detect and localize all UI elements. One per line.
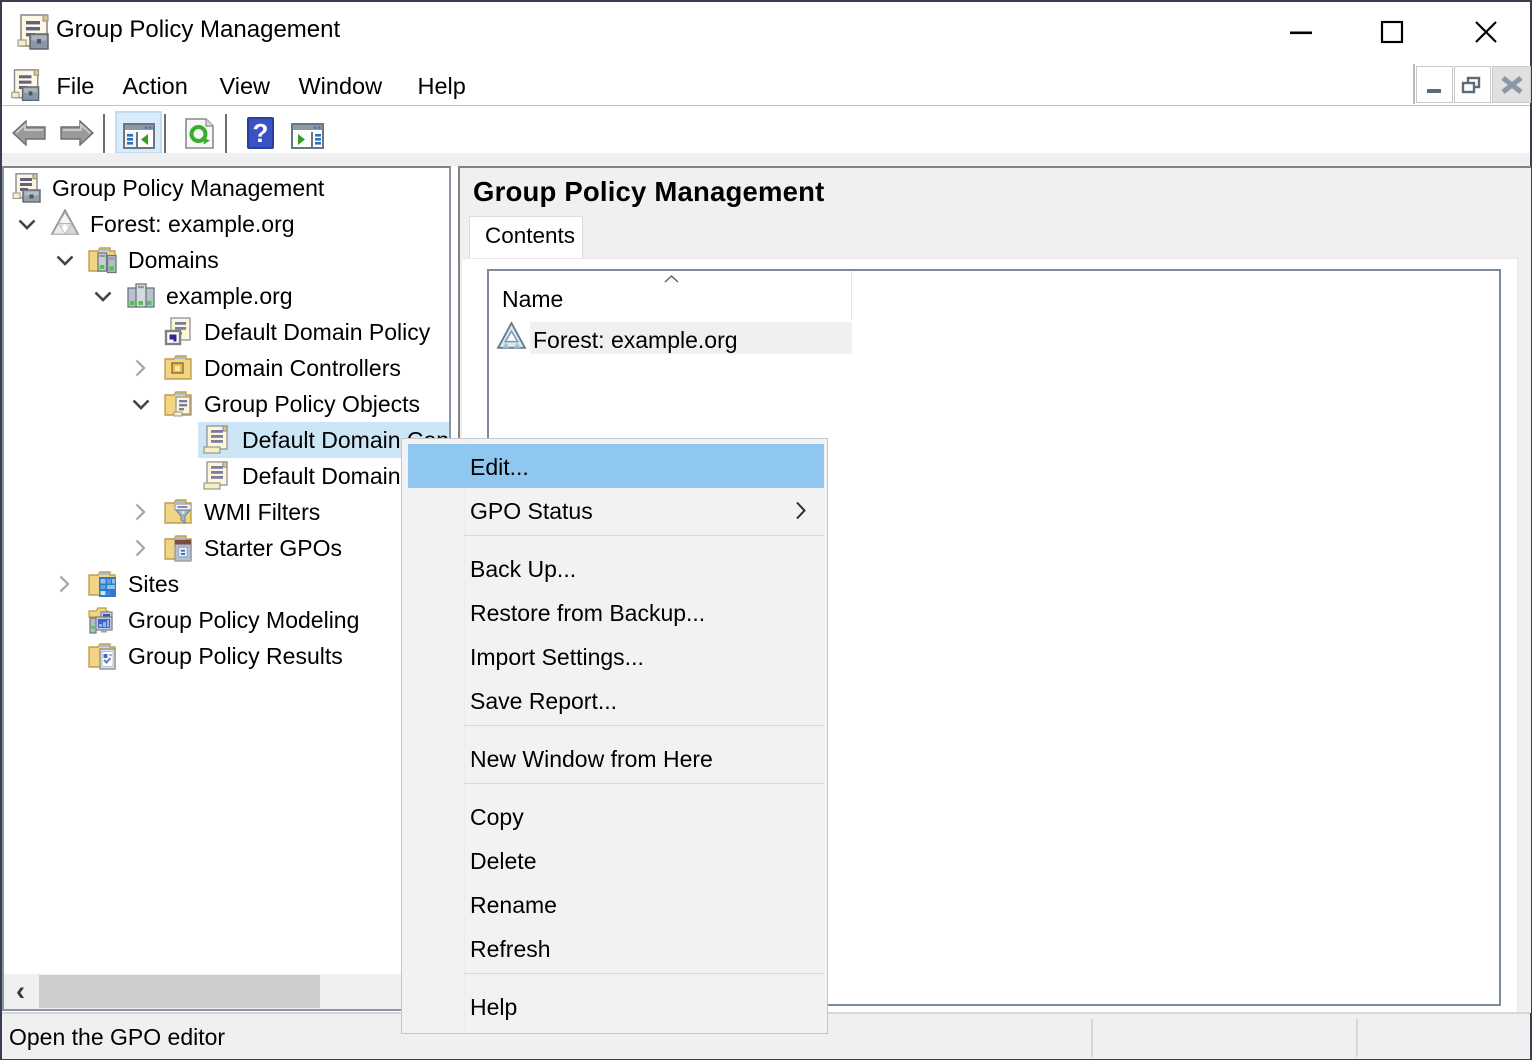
svg-text:?: ? xyxy=(253,118,269,148)
